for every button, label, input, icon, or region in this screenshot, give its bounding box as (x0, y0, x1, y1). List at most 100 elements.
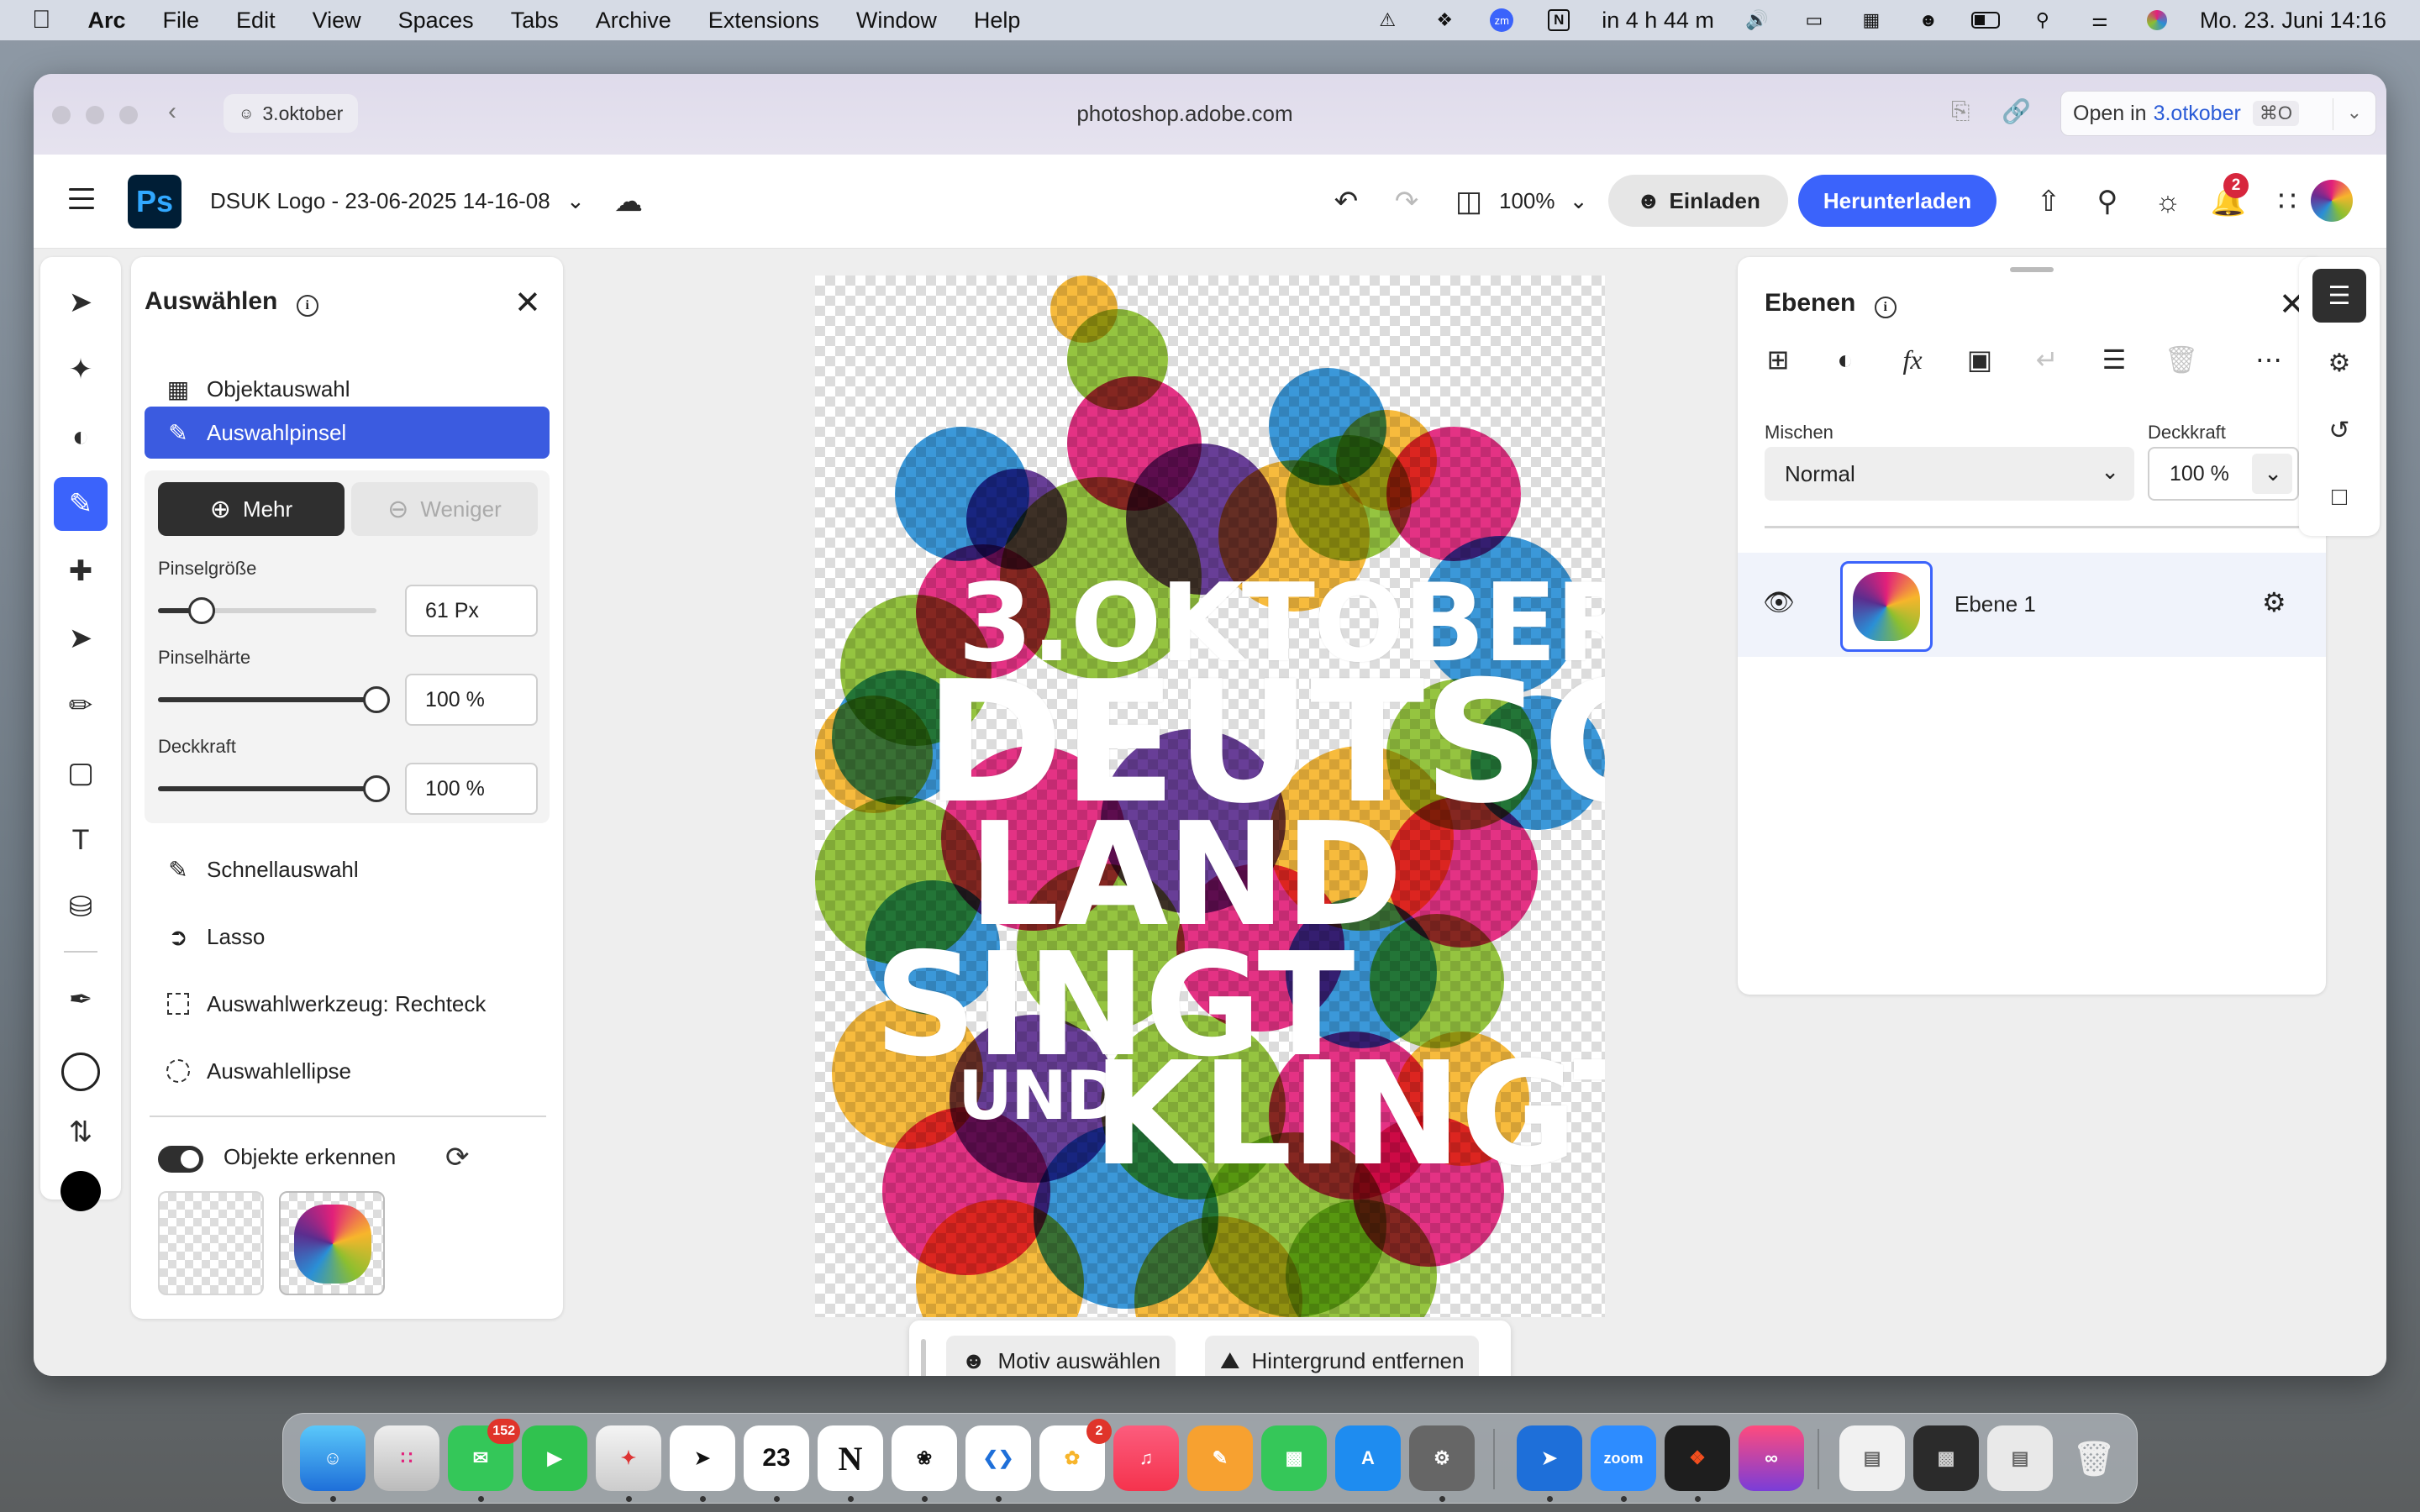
clock-datetime[interactable]: Mo. 23. Juni 14:16 (2200, 8, 2386, 34)
chevron-down-icon[interactable]: ⌄ (2347, 102, 2362, 123)
select-item-ellipse-marquee[interactable]: Auswahlellipse (145, 1045, 550, 1097)
timer-text[interactable]: in 4 h 44 m (1602, 8, 1714, 34)
tab-3oktober[interactable]: ☺ 3.oktober (224, 94, 359, 133)
numbers-icon[interactable]: ▩ (1261, 1425, 1327, 1491)
window-zoom-button[interactable] (119, 106, 138, 124)
history-icon[interactable]: ↺ (2312, 403, 2366, 457)
window-preview-1[interactable]: ▩ (1913, 1425, 1979, 1491)
eye-icon[interactable]: 👁 (1763, 588, 1795, 617)
figma-icon[interactable]: ❖ (1665, 1425, 1730, 1491)
music-icon[interactable]: ♫ (1113, 1425, 1179, 1491)
move-tool-icon[interactable]: ➤ (54, 276, 108, 329)
photos-icon[interactable]: ✿ 2 (1039, 1419, 1112, 1491)
launchpad-icon[interactable]: ∷ (374, 1425, 439, 1491)
eyedropper-tool-icon[interactable]: ✒ (54, 973, 108, 1026)
downloads-stack-icon[interactable]: ▤ (1839, 1425, 1905, 1491)
calendar-icon[interactable]: 23 (744, 1425, 809, 1491)
facetime-icon[interactable]: ▶ (522, 1425, 587, 1491)
brush-size-slider[interactable] (158, 597, 376, 624)
selection-brush-tool-icon[interactable]: ✎ (54, 477, 108, 531)
lightbulb-icon[interactable]: ☼ (2149, 183, 2186, 220)
slider-thumb[interactable] (363, 775, 390, 802)
layer-opacity-field[interactable]: 100 % ⌄ (2148, 447, 2299, 501)
layer-properties-icon[interactable]: ⚙ (2262, 586, 2286, 618)
info-icon[interactable]: i (296, 295, 318, 317)
user-icon[interactable]: ☻ (1914, 8, 1943, 33)
zoom-menu-icon[interactable]: zm (1487, 8, 1516, 33)
control-center-icon[interactable]: ⚌ (2086, 8, 2114, 33)
app-store-icon[interactable]: A (1335, 1425, 1401, 1491)
drag-handle[interactable] (921, 1339, 926, 1376)
telegram-icon[interactable]: ➤ (670, 1425, 735, 1491)
menu-file[interactable]: File (163, 8, 200, 34)
download-button[interactable]: Herunterladen (1798, 175, 1996, 227)
share-icon[interactable]: ⇧ (2030, 183, 2067, 220)
add-mode-button[interactable]: ⊕ Mehr (158, 482, 345, 536)
back-chevron-icon[interactable]: ‹ (168, 97, 176, 126)
vscode-icon[interactable]: ❮❯ (965, 1425, 1031, 1491)
undo-icon[interactable]: ↶ (1328, 183, 1365, 220)
swap-colors-icon[interactable]: ⇅ (54, 1105, 108, 1159)
siri-icon[interactable] (2143, 8, 2171, 33)
stroke-color-swatch[interactable] (54, 1045, 108, 1099)
cast-icon[interactable]: ⎘ (1951, 97, 1970, 125)
zoom-icon[interactable]: zoom (1591, 1425, 1656, 1491)
more-icon[interactable]: ⋯ (2250, 341, 2287, 378)
menu-edit[interactable]: Edit (236, 8, 276, 34)
rocket-tool-icon[interactable]: ➤ (54, 612, 108, 665)
search-icon[interactable]: ⚲ (2089, 183, 2126, 220)
redo-icon[interactable]: ↷ (1388, 183, 1425, 220)
refresh-icon[interactable]: ⟳ (445, 1141, 470, 1174)
object-select-tool-icon[interactable]: ✦ (54, 343, 108, 396)
address-bar[interactable]: photoshop.adobe.com (874, 101, 1496, 127)
menu-view[interactable]: View (313, 8, 361, 34)
window-minimize-button[interactable] (86, 106, 104, 124)
menu-spaces[interactable]: Spaces (398, 8, 474, 34)
layer-thumbnail[interactable] (1840, 561, 1933, 652)
clip-icon[interactable]: ↵ (2028, 341, 2065, 378)
avatar[interactable] (2311, 180, 2353, 222)
poster-thumbnail[interactable] (279, 1191, 385, 1295)
brush-tool-icon[interactable]: ✏ (54, 679, 108, 732)
menu-app-arc[interactable]: Arc (88, 8, 126, 34)
hardness-slider[interactable] (158, 686, 390, 713)
trash-icon[interactable]: 🗑 (2163, 341, 2200, 378)
notion-icon[interactable]: N (818, 1425, 883, 1491)
trash-icon[interactable]: 🗑 (2061, 1425, 2127, 1491)
memory-icon[interactable]: ▦ (1857, 8, 1886, 33)
chevron-down-icon[interactable]: ⌄ (566, 188, 585, 213)
cloud-icon[interactable]: ☁ (610, 183, 647, 220)
fx-icon[interactable]: fx (1894, 341, 1931, 378)
document-title[interactable]: DSUK Logo - 23-06-2025 14-16-08 ⌄ (210, 188, 585, 214)
hardness-input[interactable]: 100 % (405, 674, 538, 726)
chevron-down-icon[interactable]: ⌄ (1570, 188, 1588, 213)
pages-icon[interactable]: ✎ (1187, 1425, 1253, 1491)
wifi-warning-icon[interactable]: ⚠ (1373, 8, 1402, 33)
layer-row[interactable]: 👁 Ebene 1 ⚙ (1738, 553, 2326, 657)
mask-icon[interactable]: ▣ (1961, 341, 1998, 378)
slider-thumb[interactable] (188, 597, 215, 624)
info-icon[interactable]: i (1874, 297, 1897, 318)
framer-icon[interactable]: ➤ (1517, 1425, 1582, 1491)
messages-icon[interactable]: ✉ 152 (448, 1419, 520, 1491)
invite-button[interactable]: ☻ Einladen (1608, 175, 1788, 227)
battery-icon[interactable] (1970, 8, 2000, 33)
open-in-button[interactable]: Open in 3.otkober ⌘O ⌄ (2060, 91, 2376, 136)
opacity-slider[interactable] (158, 775, 390, 802)
document-canvas[interactable]: 3.OKTOBER DEUTSCH LAND SINGT UND KLINGT (815, 276, 1605, 1317)
creative-cloud-icon[interactable]: ∞ (1739, 1425, 1804, 1491)
fill-color-swatch[interactable] (54, 1164, 108, 1218)
chatgpt-icon[interactable]: ❀ (892, 1425, 957, 1491)
display-icon[interactable]: ▭ (1800, 8, 1828, 33)
menu-archive[interactable]: Archive (596, 8, 671, 34)
opacity-input[interactable]: 100 % (405, 763, 538, 815)
panel-drag-handle[interactable] (2010, 267, 2054, 272)
adjustment-layer-icon[interactable]: ◐ (1827, 341, 1864, 378)
window-preview-2[interactable]: ▤ (1987, 1425, 2053, 1491)
window-close-button[interactable] (52, 106, 71, 124)
blend-mode-select[interactable]: Normal ⌄ (1765, 447, 2134, 501)
zoom-level[interactable]: 100% ⌄ (1499, 188, 1588, 214)
subtract-mode-button[interactable]: ⊖ Weniger (351, 482, 538, 536)
volume-icon[interactable]: 🔊 (1743, 8, 1771, 33)
text-tool-icon[interactable]: T (54, 813, 108, 867)
